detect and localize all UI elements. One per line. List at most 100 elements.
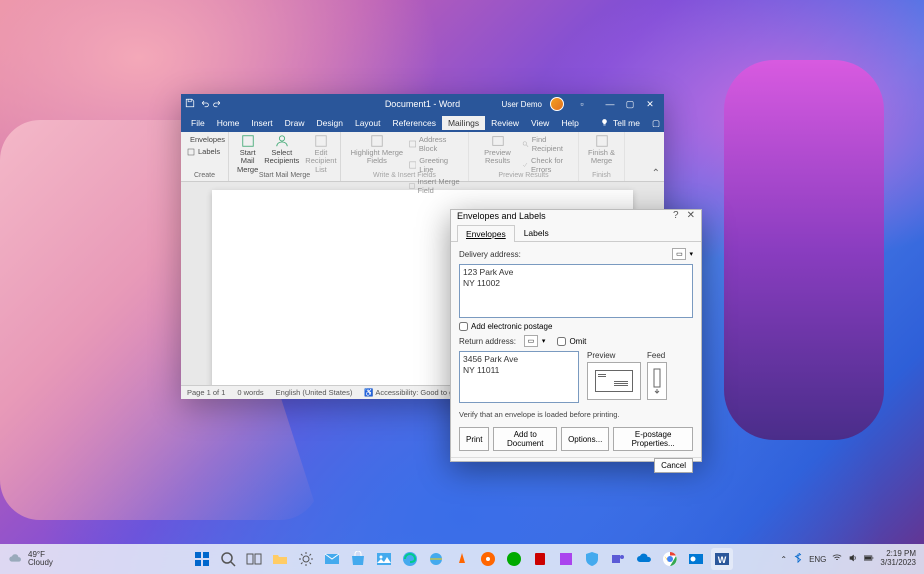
dialog-tab-envelopes[interactable]: Envelopes [457,225,515,242]
electronic-postage-checkbox-input[interactable] [459,322,468,331]
clipchamp-icon[interactable] [555,548,577,570]
dialog-close-icon[interactable]: ✕ [687,210,695,221]
omit-checkbox-input[interactable] [557,337,566,346]
volume-icon[interactable] [848,553,858,565]
print-button[interactable]: Print [459,427,489,451]
find-recipient-button[interactable]: Find Recipient [522,134,572,154]
close-icon[interactable]: ✕ [640,96,660,112]
status-accessibility[interactable]: ♿ Accessibility: Good to go [364,388,457,397]
electronic-postage-checkbox[interactable]: Add electronic postage [459,322,693,331]
dialog-titlebar: Envelopes and Labels ? ✕ [451,210,701,222]
preview-results-button[interactable]: Preview Results [475,134,520,175]
envelopes-button[interactable]: Envelopes [187,134,222,145]
xbox-icon[interactable] [503,548,525,570]
return-address-book-icon[interactable]: ▭ [524,335,538,347]
tab-file[interactable]: File [185,116,211,130]
tray-chevron-icon[interactable]: ⌃ [780,555,787,564]
save-icon[interactable] [185,98,195,110]
insert-merge-field-button[interactable]: Insert Merge Field [409,176,462,196]
edit-recipient-list-button[interactable]: Edit Recipient List [303,134,338,174]
tab-layout[interactable]: Layout [349,116,387,130]
tellme-lightbulb-icon[interactable] [600,118,609,129]
store-icon[interactable] [347,548,369,570]
vlc-icon[interactable] [451,548,473,570]
start-icon[interactable] [191,548,213,570]
status-words[interactable]: 0 words [237,388,263,397]
solitaire-icon[interactable] [529,548,551,570]
bluetooth-icon[interactable] [793,553,803,565]
tab-references[interactable]: References [387,116,442,130]
envelope-preview[interactable] [587,362,641,400]
svg-text:W: W [718,555,727,565]
envelope-icon [595,370,633,392]
search-icon[interactable] [217,548,239,570]
tab-home[interactable]: Home [211,116,246,130]
user-name[interactable]: User Demo [502,100,542,109]
tab-mailings[interactable]: Mailings [442,116,485,130]
dialog-help-icon[interactable]: ? [673,210,679,221]
clock[interactable]: 2:19 PM 3/31/2023 [880,550,916,568]
status-language[interactable]: English (United States) [276,388,353,397]
avatar[interactable] [550,97,564,111]
minimize-icon[interactable]: — [600,96,620,112]
weather-widget[interactable]: 49°F Cloudy [8,551,53,567]
teams-icon[interactable] [607,548,629,570]
tellme-label[interactable]: Tell me [613,118,640,128]
status-page[interactable]: Page 1 of 1 [187,388,225,397]
wifi-icon[interactable] [832,553,842,565]
address-book-dropdown-icon[interactable]: ▾ [689,250,693,258]
tab-view[interactable]: View [525,116,555,130]
dialog-tab-labels[interactable]: Labels [515,224,558,241]
share-icon[interactable]: ▢ [652,118,660,129]
security-icon[interactable] [581,548,603,570]
options-button[interactable]: Options... [561,427,609,451]
address-book-icon[interactable]: ▭ [672,248,686,260]
weather-cloudy-icon [8,551,24,567]
group-finish-label: Finish [579,172,624,179]
mail-icon[interactable] [321,548,343,570]
settings-icon[interactable] [295,548,317,570]
verify-text: Verify that an envelope is loaded before… [459,410,693,419]
finish-merge-button[interactable]: Finish & Merge [585,134,618,166]
undo-icon[interactable] [199,98,209,110]
chrome-icon[interactable] [659,548,681,570]
return-address-dropdown-icon[interactable]: ▾ [542,337,546,345]
collapse-ribbon-icon[interactable]: ⌃ [652,168,660,179]
labels-button[interactable]: Labels [187,146,222,157]
photos-icon[interactable] [373,548,395,570]
address-block-button[interactable]: Address Block [409,134,462,154]
taskbar: 49°F Cloudy W ⌃ ENG 2:19 PM [0,544,924,574]
delivery-address-input[interactable] [459,264,693,318]
ie-icon[interactable] [425,548,447,570]
explorer-icon[interactable] [269,548,291,570]
maximize-icon[interactable]: ▢ [620,96,640,112]
group-write-label: Write & Insert Fields [341,172,468,179]
preview-label: Preview [587,351,641,360]
music-icon[interactable] [477,548,499,570]
envelopes-labels-dialog: Envelopes and Labels ? ✕ Envelopes Label… [450,209,702,462]
tab-help[interactable]: Help [555,116,584,130]
omit-checkbox[interactable]: Omit [557,337,586,346]
tab-design[interactable]: Design [311,116,349,130]
epostage-properties-button[interactable]: E-postage Properties... [613,427,693,451]
battery-icon[interactable] [864,553,874,565]
cancel-button[interactable]: Cancel [654,458,693,473]
task-view-icon[interactable] [243,548,265,570]
highlight-merge-fields-button[interactable]: Highlight Merge Fields [347,134,407,196]
language-indicator[interactable]: ENG [809,555,826,564]
return-address-input[interactable] [459,351,579,403]
tab-draw[interactable]: Draw [279,116,311,130]
weather-cond: Cloudy [28,559,53,567]
add-to-document-button[interactable]: Add to Document [493,427,557,451]
select-recipients-button[interactable]: Select Recipients [262,134,301,174]
outlook-icon[interactable] [685,548,707,570]
redo-icon[interactable] [213,98,223,110]
tab-review[interactable]: Review [485,116,525,130]
edge-icon[interactable] [399,548,421,570]
tab-insert[interactable]: Insert [245,116,278,130]
start-mail-merge-button[interactable]: Start Mail Merge [235,134,260,174]
word-taskbar-icon[interactable]: W [711,548,733,570]
feed-preview[interactable] [647,362,667,400]
onedrive-icon[interactable] [633,548,655,570]
ribbon-display-icon[interactable]: ▫ [572,96,592,112]
